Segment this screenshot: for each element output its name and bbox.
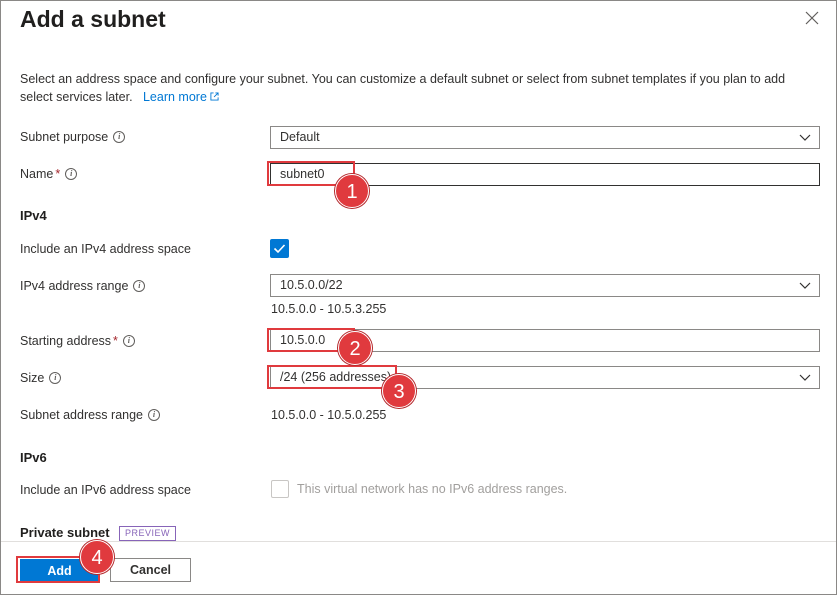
private-subnet-heading: Private subnet <box>20 525 110 540</box>
info-icon[interactable]: i <box>133 280 146 292</box>
info-icon[interactable]: i <box>65 168 78 180</box>
info-icon[interactable]: i <box>113 131 126 143</box>
preview-badge: PREVIEW <box>119 526 177 541</box>
callout-4: 4 <box>80 540 114 574</box>
ipv4-range-value: 10.5.0.0/22 <box>280 278 343 292</box>
description-text: Select an address space and configure yo… <box>20 72 786 104</box>
size-label: Size i <box>20 371 62 385</box>
starting-address-label-text: Starting address <box>20 334 112 348</box>
ipv6-disabled-text: This virtual network has no IPv6 address… <box>297 482 568 496</box>
required-asterisk: * <box>55 167 61 181</box>
callout-3: 3 <box>382 374 416 408</box>
external-link-icon <box>210 92 219 101</box>
subnet-range-label-text: Subnet address range <box>20 408 144 422</box>
ipv4-range-text: 10.5.0.0 - 10.5.3.255 <box>271 302 387 316</box>
subnet-purpose-label-text: Subnet purpose <box>20 130 109 144</box>
name-label: Name * i <box>20 167 78 181</box>
name-value: subnet0 <box>280 167 325 181</box>
chevron-down-icon <box>799 282 811 289</box>
chevron-down-icon <box>799 134 811 141</box>
ipv4-range-dropdown[interactable]: 10.5.0.0/22 <box>270 274 820 297</box>
learn-more-link[interactable]: Learn more <box>136 90 219 104</box>
dialog-title: Add a subnet <box>20 6 166 32</box>
subnet-purpose-value: Default <box>280 130 320 144</box>
starting-address-value: 10.5.0.0 <box>280 333 326 347</box>
chevron-down-icon <box>799 374 811 381</box>
include-ipv6-label: Include an IPv6 address space <box>20 483 191 497</box>
include-ipv4-checkbox[interactable] <box>270 239 289 258</box>
dialog-description: Select an address space and configure yo… <box>20 70 820 106</box>
callout-2: 2 <box>338 331 372 365</box>
info-icon[interactable]: i <box>49 372 62 384</box>
include-ipv6-checkbox[interactable] <box>271 480 289 498</box>
size-dropdown[interactable]: /24 (256 addresses) <box>270 366 820 389</box>
subnet-purpose-label: Subnet purpose i <box>20 130 126 144</box>
close-icon[interactable] <box>804 10 820 26</box>
ipv6-section-heading: IPv6 <box>20 450 47 465</box>
size-value: /24 (256 addresses) <box>280 370 392 384</box>
info-icon[interactable]: i <box>122 335 135 347</box>
cancel-button[interactable]: Cancel <box>110 558 191 582</box>
starting-address-label: Starting address * i <box>20 334 135 348</box>
info-icon[interactable]: i <box>148 409 161 421</box>
learn-more-label: Learn more <box>142 90 207 104</box>
callout-1: 1 <box>335 174 369 208</box>
required-asterisk: * <box>113 334 118 348</box>
ipv4-range-label: IPv4 address range i <box>20 279 146 293</box>
subnet-purpose-dropdown[interactable]: Default <box>270 126 820 149</box>
name-label-text: Name <box>20 167 54 181</box>
footer-divider <box>1 541 836 542</box>
size-label-text: Size <box>20 371 45 385</box>
ipv4-section-heading: IPv4 <box>20 208 47 223</box>
checkmark-icon <box>273 244 286 254</box>
include-ipv4-label: Include an IPv4 address space <box>20 242 191 256</box>
subnet-range-label: Subnet address range i <box>20 408 161 422</box>
ipv4-range-label-text: IPv4 address range <box>20 279 129 293</box>
subnet-range-value: 10.5.0.0 - 10.5.0.255 <box>271 408 387 422</box>
